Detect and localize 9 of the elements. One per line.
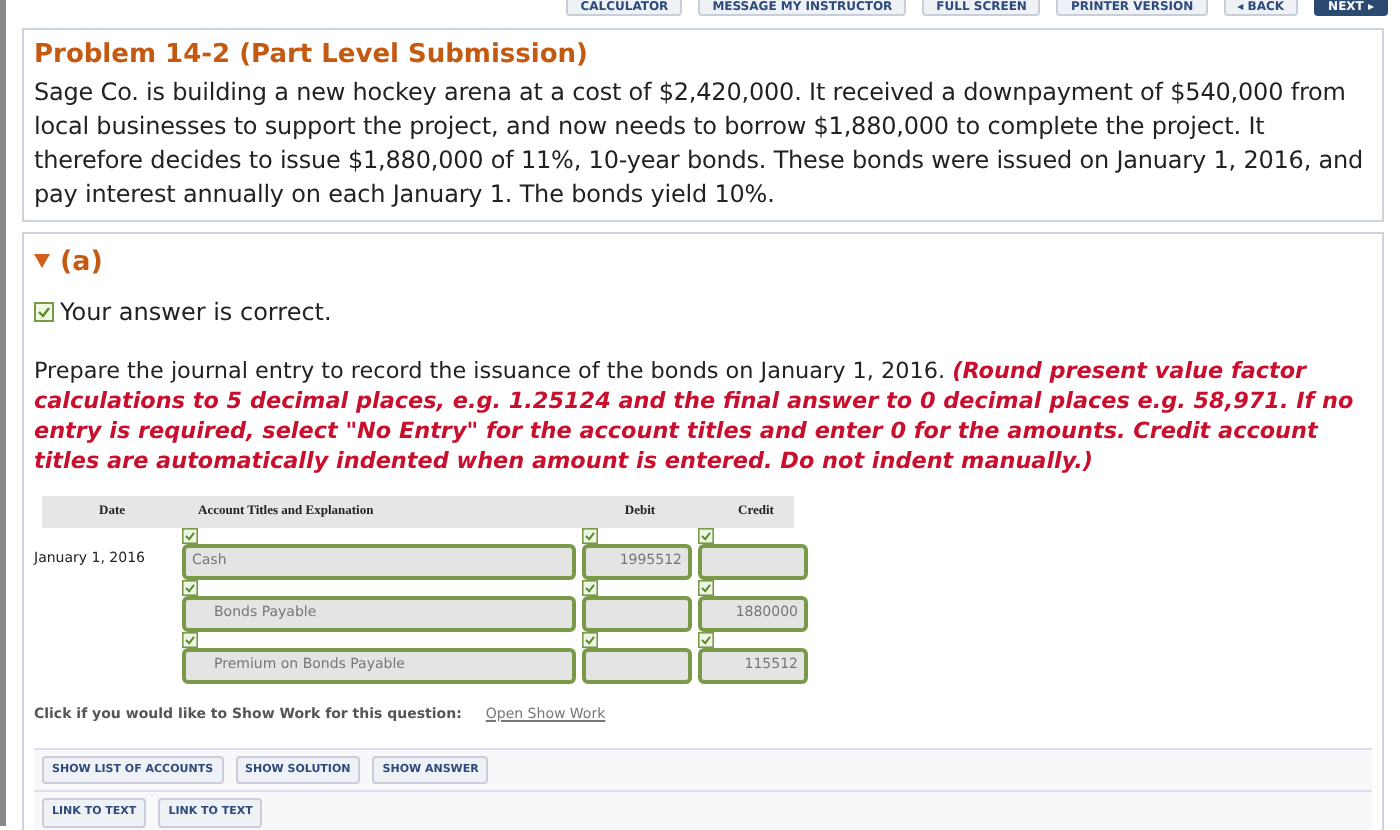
problem-title: Problem 14-2 (Part Level Submission) — [34, 38, 590, 74]
part-toggle[interactable]: (a) — [34, 241, 103, 282]
caret-down-icon — [34, 254, 50, 269]
problem-text: Sage Co. is building a new hockey arena at a cost of $2,420,000. It received a downpayment of $540,000 from local businesses to support the project, and now needs to borrow $1,880,000 to complete the project. It therefore decides to issue $1,880,000 of 11%, 10-year bonds. These bonds were issued on January 1, 2016, and pay interest annually on each January 1. The bonds yield 10%. — [34, 75, 1366, 211]
input-field[interactable] — [582, 647, 692, 683]
status-text: Your answer is correct. — [60, 295, 332, 330]
input-field[interactable] — [582, 595, 692, 631]
input-field[interactable] — [698, 543, 808, 579]
instructions-text: Prepare the journal entry to record the issuance of the bonds on January 1, 2016. (Round present value factor calculations to 5 decimal places, e.g. 1.25124 and the final answer to 0 decimal places e.g. 58,971. If no entry is required, select "No Entry" for the account titles and enter 0 for the amounts. Credit account titles are automatically indented when amount is entered. Do not indent manually.) — [34, 355, 1356, 476]
